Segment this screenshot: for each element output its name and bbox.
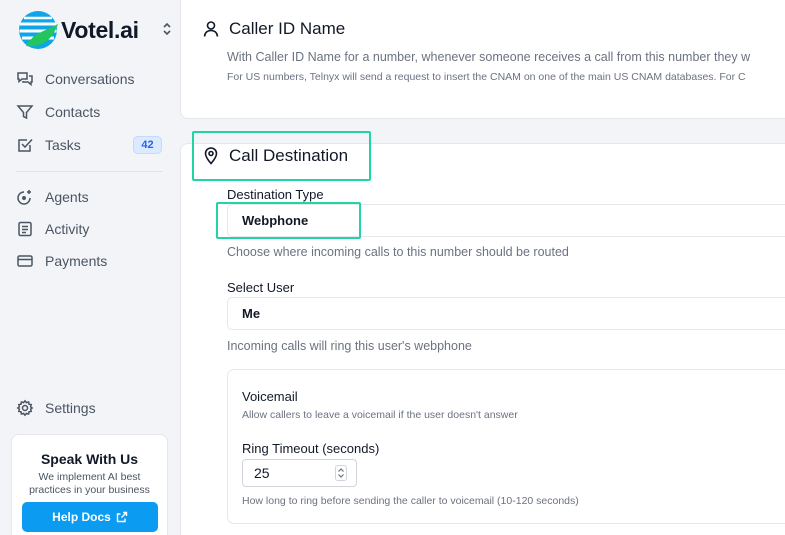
sidebar-item-conversations[interactable]: Conversations: [16, 66, 166, 92]
promo-title: Speak With Us: [40, 451, 139, 467]
sidebar: Votel.ai Conversations Contacts Tasks 42…: [0, 0, 178, 535]
credit-card-icon: [16, 252, 34, 270]
caller-id-note: For US numbers, Telnyx will send a reque…: [227, 71, 746, 83]
sidebar-item-activity[interactable]: Activity: [16, 216, 166, 242]
sidebar-item-label: Activity: [45, 221, 90, 237]
agent-spark-icon: [16, 188, 34, 206]
external-link-icon: [116, 511, 128, 523]
promo-text: We implement AI best practices in your b…: [29, 471, 150, 496]
destination-type-label: Destination Type: [227, 187, 324, 202]
list-document-icon: [16, 220, 34, 238]
sidebar-item-agents[interactable]: Agents: [16, 184, 166, 210]
speak-with-us-card: Speak With Us We implement AI best pract…: [11, 434, 168, 535]
voicemail-description: Allow callers to leave a voicemail if th…: [242, 409, 518, 421]
user-icon: [203, 20, 221, 38]
destination-type-value: Webphone: [242, 213, 309, 228]
brand[interactable]: Votel.ai: [18, 10, 139, 50]
checkbox-icon: [16, 136, 34, 154]
tasks-count-badge: 42: [133, 136, 162, 154]
sidebar-item-label: Payments: [45, 253, 108, 269]
sidebar-item-settings[interactable]: Settings: [16, 395, 166, 421]
sidebar-item-label: Contacts: [45, 104, 101, 120]
ring-timeout-help: How long to ring before sending the call…: [242, 495, 579, 507]
gear-icon: [16, 399, 34, 417]
destination-type-select[interactable]: Webphone: [227, 204, 785, 237]
sidebar-item-contacts[interactable]: Contacts: [16, 99, 166, 125]
caller-id-title: Caller ID Name: [203, 19, 345, 39]
caller-id-title-text: Caller ID Name: [229, 19, 346, 38]
help-docs-button[interactable]: Help Docs: [22, 502, 158, 532]
select-user-value: Me: [242, 306, 261, 321]
sidebar-item-label: Tasks: [45, 137, 81, 153]
chevrons-up-down-icon[interactable]: [160, 20, 174, 38]
sidebar-item-payments[interactable]: Payments: [16, 248, 166, 274]
voicemail-title: Voicemail: [242, 389, 298, 404]
select-user-label: Select User: [227, 280, 295, 295]
sidebar-divider: [16, 171, 163, 172]
sidebar-item-label: Agents: [45, 189, 89, 205]
call-destination-title: Call Destination: [203, 146, 348, 166]
ring-timeout-field[interactable]: [242, 459, 357, 487]
ring-timeout-input[interactable]: [243, 460, 323, 486]
globe-logo-icon: [19, 11, 58, 49]
funnel-icon: [16, 103, 34, 121]
ring-timeout-label: Ring Timeout (seconds): [242, 441, 380, 456]
number-stepper-icon[interactable]: [335, 465, 347, 481]
caller-id-description: With Caller ID Name for a number, whenev…: [227, 50, 751, 64]
call-destination-title-text: Call Destination: [229, 146, 349, 165]
brand-name: Votel.ai: [61, 16, 139, 43]
select-user-select[interactable]: Me: [227, 297, 785, 330]
map-pin-icon: [203, 147, 221, 165]
destination-type-help: Choose where incoming calls to this numb…: [227, 245, 569, 259]
chat-bubbles-icon: [16, 70, 34, 88]
select-user-help: Incoming calls will ring this user's web…: [227, 339, 472, 353]
sidebar-item-label: Conversations: [45, 71, 135, 87]
sidebar-item-tasks[interactable]: Tasks 42: [16, 132, 166, 158]
sidebar-item-label: Settings: [45, 400, 96, 416]
help-docs-label: Help Docs: [52, 510, 111, 524]
